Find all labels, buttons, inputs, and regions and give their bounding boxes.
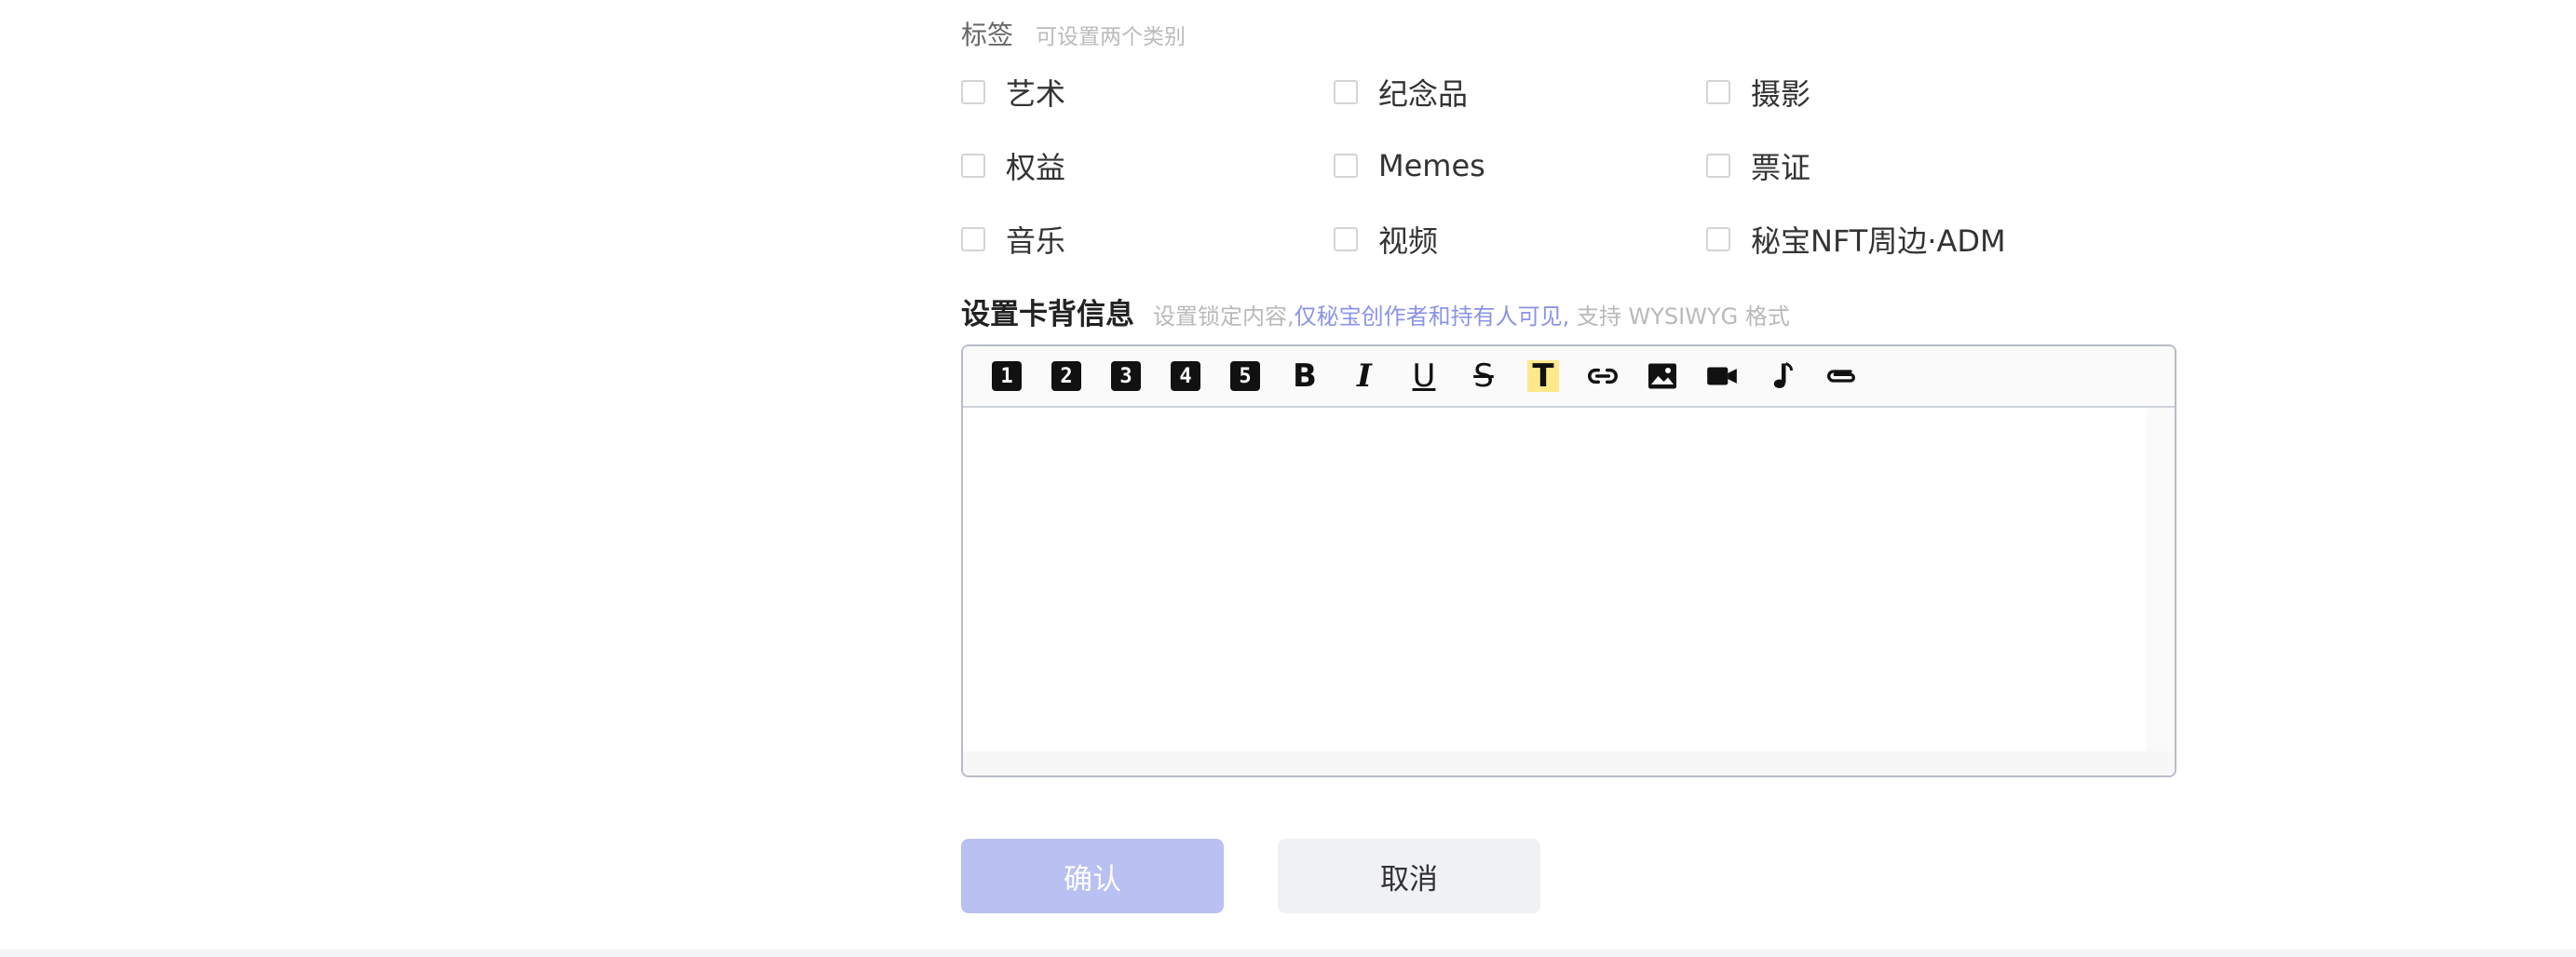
image-button[interactable] xyxy=(1633,346,1692,406)
tag-option-souvenir[interactable]: 纪念品 xyxy=(1334,74,1469,112)
tag-checkbox[interactable] xyxy=(961,80,985,104)
strikethrough-button[interactable]: S xyxy=(1454,346,1513,406)
tag-label: 纪念品 xyxy=(1378,76,1469,112)
heading-3-button[interactable]: 3 xyxy=(1096,346,1156,406)
tag-option-memes[interactable]: Memes xyxy=(1334,147,1485,184)
cancel-button[interactable]: 取消 xyxy=(1278,839,1540,913)
tag-checkbox[interactable] xyxy=(1334,154,1358,178)
italic-icon: I xyxy=(1357,357,1372,395)
tag-checkbox[interactable] xyxy=(1334,80,1358,104)
attachment-button[interactable] xyxy=(1811,346,1871,406)
tag-label: Memes xyxy=(1378,148,1485,183)
rich-text-editor: 1 2 3 4 5 B I U S T xyxy=(961,344,2176,777)
strikethrough-icon: S xyxy=(1473,357,1494,395)
tags-hint: 可设置两个类别 xyxy=(1036,25,1186,49)
heading-5-button[interactable]: 5 xyxy=(1215,346,1275,406)
tag-option-music[interactable]: 音乐 xyxy=(961,221,1066,259)
tag-label: 视频 xyxy=(1378,223,1439,259)
heading-1-icon: 1 xyxy=(992,361,1022,391)
editor-content-area[interactable] xyxy=(963,408,2148,753)
card-back-hint-suffix: 支持 WYSIWYG 格式 xyxy=(1569,303,1790,330)
music-button[interactable] xyxy=(1752,346,1811,406)
tag-option-art[interactable]: 艺术 xyxy=(961,74,1066,112)
link-button[interactable] xyxy=(1573,346,1633,406)
tags-title: 标签 xyxy=(961,20,1014,50)
tag-checkbox[interactable] xyxy=(1706,154,1730,178)
tag-label: 音乐 xyxy=(1006,223,1066,259)
card-back-hint-accent: 仅秘宝创作者和持有人可见, xyxy=(1294,303,1570,330)
tag-label: 摄影 xyxy=(1751,76,1811,112)
tag-option-rights[interactable]: 权益 xyxy=(961,147,1066,185)
heading-2-icon: 2 xyxy=(1051,361,1081,391)
image-icon xyxy=(1648,363,1676,389)
tag-checkbox[interactable] xyxy=(1706,227,1730,251)
tags-field-header: 标签 可设置两个类别 xyxy=(961,15,1186,52)
italic-button[interactable]: I xyxy=(1335,346,1394,406)
card-back-field-header: 设置卡背信息 设置锁定内容,仅秘宝创作者和持有人可见, 支持 WYSIWYG 格… xyxy=(961,290,1790,332)
highlight-button[interactable]: T xyxy=(1513,346,1573,406)
card-back-hint-prefix: 设置锁定内容, xyxy=(1153,303,1295,330)
heading-1-button[interactable]: 1 xyxy=(977,346,1037,406)
tag-label: 权益 xyxy=(1006,150,1066,185)
tag-label: 艺术 xyxy=(1006,76,1066,112)
tag-option-nft-merch[interactable]: 秘宝NFT周边·ADM xyxy=(1706,221,2006,259)
tag-checkbox[interactable] xyxy=(961,227,985,251)
editor-status-bar xyxy=(963,751,2175,775)
confirm-button[interactable]: 确认 xyxy=(961,839,1224,913)
underline-icon: U xyxy=(1412,357,1436,395)
video-icon xyxy=(1707,367,1737,385)
page-bottom-band xyxy=(0,950,2576,957)
editor-scrollbar[interactable] xyxy=(2146,408,2175,751)
editor-toolbar: 1 2 3 4 5 B I U S T xyxy=(963,346,2175,408)
bold-button[interactable]: B xyxy=(1275,346,1335,406)
tag-label: 秘宝NFT周边·ADM xyxy=(1751,223,2006,259)
tag-option-photography[interactable]: 摄影 xyxy=(1706,74,1811,112)
tag-checkbox[interactable] xyxy=(1334,227,1358,251)
attachment-icon xyxy=(1827,370,1855,383)
heading-4-icon: 4 xyxy=(1171,361,1200,391)
tag-label: 票证 xyxy=(1751,150,1811,185)
tag-checkbox[interactable] xyxy=(1706,80,1730,104)
video-button[interactable] xyxy=(1692,346,1752,406)
underline-button[interactable]: U xyxy=(1394,346,1454,406)
highlight-icon: T xyxy=(1527,360,1559,392)
heading-4-button[interactable]: 4 xyxy=(1156,346,1215,406)
tag-option-ticket[interactable]: 票证 xyxy=(1706,147,1811,185)
tag-option-video[interactable]: 视频 xyxy=(1334,221,1439,259)
music-icon xyxy=(1773,362,1793,389)
card-back-hint: 设置锁定内容,仅秘宝创作者和持有人可见, 支持 WYSIWYG 格式 xyxy=(1153,298,1790,330)
link-icon xyxy=(1588,368,1618,384)
heading-5-icon: 5 xyxy=(1230,361,1260,391)
heading-3-icon: 3 xyxy=(1111,361,1141,391)
card-back-title: 设置卡背信息 xyxy=(961,298,1134,331)
heading-2-button[interactable]: 2 xyxy=(1037,346,1096,406)
bold-icon: B xyxy=(1293,357,1317,395)
tag-checkbox[interactable] xyxy=(961,154,985,178)
